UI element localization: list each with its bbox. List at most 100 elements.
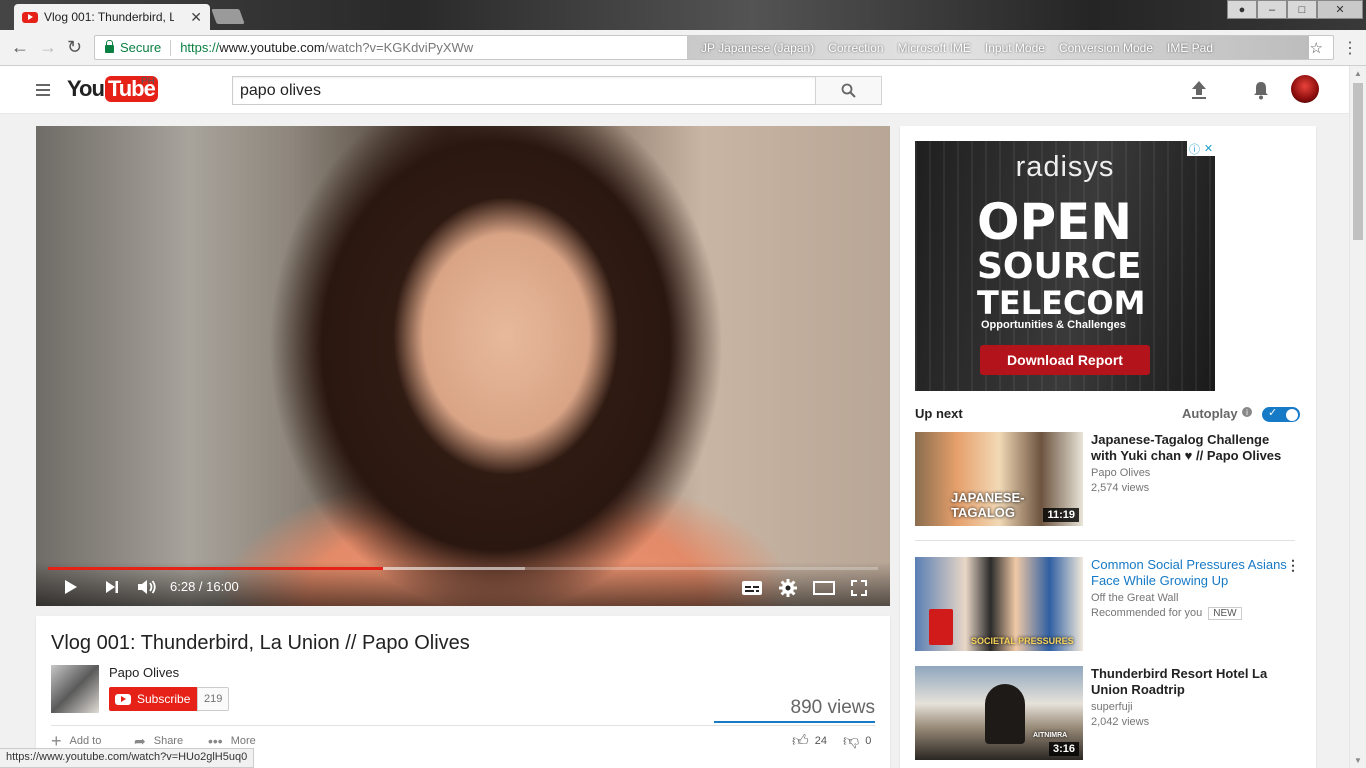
logo-you: You	[67, 76, 105, 101]
ad-close-icon[interactable]: ✕	[1204, 142, 1213, 155]
channel-name[interactable]: Papo Olives	[109, 665, 179, 680]
notifications-bell-icon[interactable]	[1252, 80, 1270, 100]
person-silhouette	[985, 684, 1025, 744]
close-window-button[interactable]: ✕	[1317, 0, 1363, 19]
subscriber-count: 219	[197, 687, 230, 711]
share-label: Share	[153, 735, 184, 747]
video-recommended: Recommended for you NEW	[1091, 607, 1242, 620]
minimize-button[interactable]: –	[1257, 0, 1287, 19]
settings-gear-icon[interactable]	[779, 579, 797, 597]
video-channel[interactable]: Off the Great Wall	[1091, 592, 1178, 604]
youtube-logo[interactable]: You Tube PH	[67, 76, 158, 102]
scrollbar-thumb[interactable]	[1353, 83, 1363, 240]
video-thumbnail[interactable]: AITNIMRA 3:16	[915, 666, 1083, 760]
video-channel[interactable]: superfuji	[1091, 701, 1133, 713]
add-to-button[interactable]: + Add to	[51, 730, 102, 751]
browser-menu-icon[interactable]: ⋮	[1342, 38, 1358, 58]
video-frame[interactable]	[36, 126, 890, 606]
search-input[interactable]: papo olives	[232, 76, 816, 105]
url-path: /watch?v=KGKdviPyXWw	[324, 40, 474, 55]
duration-badge: 3:16	[1048, 742, 1079, 756]
list-item[interactable]: JAPANESE-TAGALOG 11:19 Japanese-Tagalog …	[915, 432, 1300, 526]
video-title-link[interactable]: Japanese-Tagalog Challenge with Yuki cha…	[1091, 432, 1291, 464]
duration-badge: 11:19	[1043, 508, 1079, 522]
subtitles-icon[interactable]	[742, 581, 762, 595]
ime-conversion-mode[interactable]: Conversion Mode	[1059, 41, 1153, 55]
share-arrow-icon: ➦	[134, 732, 146, 749]
autoplay-toggle[interactable]	[1262, 406, 1300, 422]
url-text[interactable]: https://www.youtube.com/watch?v=KGKdviPy…	[180, 40, 473, 55]
ime-microsoft[interactable]: Microsoft IME	[898, 41, 971, 55]
list-item[interactable]: AITNIMRA 3:16 Thunderbird Resort Hotel L…	[915, 666, 1300, 760]
reload-icon[interactable]: ↻	[67, 37, 82, 58]
video-title-link[interactable]: Thunderbird Resort Hotel La Union Roadtr…	[1091, 666, 1291, 698]
ime-input-mode[interactable]: Input Mode	[985, 41, 1045, 55]
ad-info-icon[interactable]: ⓘ	[1189, 141, 1200, 157]
thumbnail-caption: JAPANESE-TAGALOG	[951, 490, 1025, 520]
youtube-play-icon	[115, 693, 131, 705]
autoplay-label: Autoplay	[1182, 406, 1238, 421]
new-tab-button[interactable]	[211, 9, 245, 24]
plus-icon: +	[51, 730, 62, 751]
play-icon[interactable]	[64, 579, 78, 595]
channel-avatar[interactable]	[51, 665, 99, 713]
video-player[interactable]: 6:28 / 16:00	[36, 126, 890, 606]
video-thumbnail[interactable]: SOCIETAL PRESSURES	[915, 557, 1083, 651]
close-tab-icon[interactable]: ✕	[190, 9, 202, 26]
scroll-up-arrow-icon[interactable]: ▲	[1354, 69, 1362, 78]
account-avatar[interactable]	[1291, 75, 1319, 103]
like-button[interactable]: 👍︎ 24	[792, 733, 827, 749]
address-bar[interactable]: Secure https://www.youtube.com/watch?v=K…	[94, 35, 1334, 60]
video-views: 2,042 views	[1091, 716, 1150, 728]
watch-sidebar: radisys OPEN SOURCE TELECOM Opportunitie…	[900, 126, 1316, 768]
ime-correction[interactable]: Correction	[828, 41, 883, 55]
secure-label: Secure	[120, 40, 162, 55]
fullscreen-icon[interactable]	[851, 580, 867, 596]
more-button[interactable]: ••• More	[208, 732, 256, 749]
ad-brand: radisys	[1015, 151, 1115, 183]
share-button[interactable]: ➦ Share	[134, 732, 184, 749]
bookmark-star-icon[interactable]: ☆	[1310, 39, 1323, 57]
browser-toolbar: ← → ↻ Secure https://www.youtube.com/wat…	[0, 30, 1366, 66]
more-dots-icon: •••	[208, 732, 223, 749]
ime-language[interactable]: JP Japanese (Japan)	[701, 41, 814, 55]
video-thumbnail[interactable]: JAPANESE-TAGALOG 11:19	[915, 432, 1083, 526]
autoplay-info-icon[interactable]: i	[1242, 407, 1252, 417]
volume-icon[interactable]	[137, 579, 157, 595]
list-separator	[915, 540, 1295, 541]
ad-choices[interactable]: ⓘ ✕	[1187, 141, 1215, 156]
display-ad[interactable]: radisys OPEN SOURCE TELECOM Opportunitie…	[915, 141, 1215, 391]
thumbs-down-icon: 👎︎	[843, 732, 860, 750]
ad-line-1: OPEN	[977, 193, 1133, 251]
list-item[interactable]: SOCIETAL PRESSURES Common Social Pressur…	[915, 557, 1300, 651]
tab-title: Vlog 001: Thunderbird, L	[44, 10, 174, 24]
upload-icon[interactable]	[1190, 80, 1208, 100]
info-divider	[51, 725, 875, 726]
video-info-panel: Vlog 001: Thunderbird, La Union // Papo …	[36, 616, 890, 768]
subscribe-button[interactable]: Subscribe	[109, 687, 199, 711]
search-button[interactable]	[815, 76, 882, 105]
ime-pad[interactable]: IME Pad	[1167, 41, 1213, 55]
window-controls: ● – □ ✕	[1227, 0, 1363, 19]
more-actions-icon[interactable]: ⋮	[1286, 557, 1300, 574]
forward-arrow-icon[interactable]: →	[39, 37, 57, 58]
user-icon[interactable]: ●	[1227, 0, 1257, 19]
country-code: PH	[141, 76, 155, 87]
dislike-button[interactable]: 👎︎ 0	[843, 732, 871, 750]
url-host: www.youtube.com	[219, 40, 325, 55]
video-title-link[interactable]: Common Social Pressures Asians Face Whil…	[1091, 557, 1291, 589]
page-scrollbar[interactable]: ▲ ▼	[1349, 66, 1366, 768]
browser-tabstrip: Vlog 001: Thunderbird, L ✕ ● – □ ✕	[0, 0, 1366, 30]
browser-tab[interactable]: Vlog 001: Thunderbird, L ✕	[14, 4, 210, 30]
back-arrow-icon[interactable]: ←	[11, 37, 29, 58]
progress-bar[interactable]	[48, 567, 878, 570]
restore-button[interactable]: □	[1287, 0, 1317, 19]
youtube-favicon-icon	[22, 11, 38, 23]
next-icon[interactable]	[105, 580, 119, 594]
guide-menu-icon[interactable]	[36, 84, 50, 99]
scroll-down-arrow-icon[interactable]: ▼	[1354, 756, 1362, 765]
add-to-label: Add to	[69, 735, 102, 747]
ad-download-button[interactable]: Download Report	[980, 345, 1150, 375]
theater-mode-icon[interactable]	[813, 581, 835, 595]
video-channel[interactable]: Papo Olives	[1091, 467, 1150, 479]
